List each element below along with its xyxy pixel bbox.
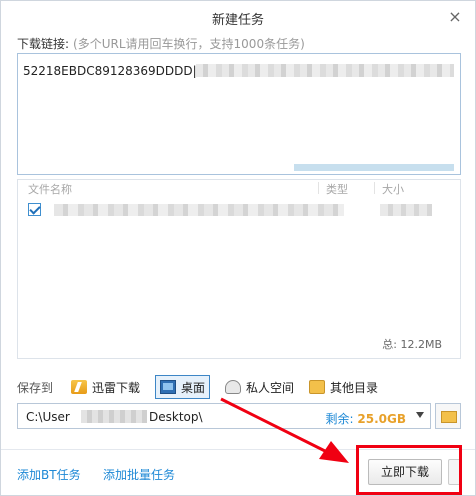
location-label: 桌面 [181,380,206,395]
folder-icon [309,380,325,394]
free-space-value: 25.0GB [357,412,406,426]
download-now-button[interactable]: 立即下载 [368,459,442,485]
free-space-label: 剩余: [325,412,354,426]
url-input[interactable]: 52218EBDC89128369DDDD|h [17,53,461,175]
private-space-icon [225,380,241,394]
location-desktop[interactable]: 桌面 [155,375,211,399]
column-name: 文件名称 [28,183,72,196]
link-label-row: 下载链接: (多个URL请用回车换行，支持1000条任务) [17,35,305,52]
column-type: 类型 [326,183,348,196]
add-bt-task-link[interactable]: 添加BT任务 [17,466,81,483]
link-label: 下载链接: [17,37,70,51]
location-label: 私人空间 [246,380,295,395]
dialog-title: 新建任务 [211,13,264,28]
url-text: 52218EBDC89128369DDDD|h [23,64,205,78]
horizontal-scrollbar[interactable] [294,164,454,171]
footer-divider [1,449,475,450]
browse-folder-button[interactable] [435,403,461,429]
column-size: 大小 [382,183,404,196]
add-batch-task-link[interactable]: 添加批量任务 [103,466,175,483]
thunder-icon [71,380,87,394]
chevron-down-icon[interactable] [416,412,424,418]
close-icon[interactable]: × [445,7,465,27]
file-name-redacted [54,204,344,216]
file-list: 文件名称 类型 大小 总: 12.2MB [17,179,461,359]
column-divider [318,182,319,194]
title-bar: 新建任务 × [1,1,475,35]
path-suffix: Desktop\ [149,410,203,424]
desktop-icon [160,380,176,394]
column-divider [374,182,375,194]
new-task-dialog: 新建任务 × 下载链接: (多个URL请用回车换行，支持1000条任务) 5221… [0,0,476,496]
save-path-combobox[interactable]: C:\User Desktop\ 剩余: 25.0GB [17,403,431,429]
free-space: 剩余: 25.0GB [326,410,406,427]
file-checkbox[interactable] [28,203,41,216]
total-size: 总: 12.2MB [382,338,442,351]
save-location-row: 保存到 迅雷下载 桌面 私人空间 其他目录 [17,375,461,399]
location-private[interactable]: 私人空间 [221,375,298,399]
url-redacted [196,64,454,77]
link-hint: (多个URL请用回车换行，支持1000条任务) [73,37,305,51]
download-options-button[interactable] [448,459,462,485]
location-label: 迅雷下载 [92,380,141,395]
path-prefix: C:\User [26,410,70,424]
location-thunder[interactable]: 迅雷下载 [67,375,144,399]
save-label: 保存到 [17,381,54,395]
location-label: 其他目录 [330,380,379,395]
path-redacted [81,410,147,423]
file-size-redacted [380,204,432,216]
file-list-header: 文件名称 类型 大小 [18,180,460,196]
file-row [18,200,460,220]
location-other[interactable]: 其他目录 [305,375,382,399]
